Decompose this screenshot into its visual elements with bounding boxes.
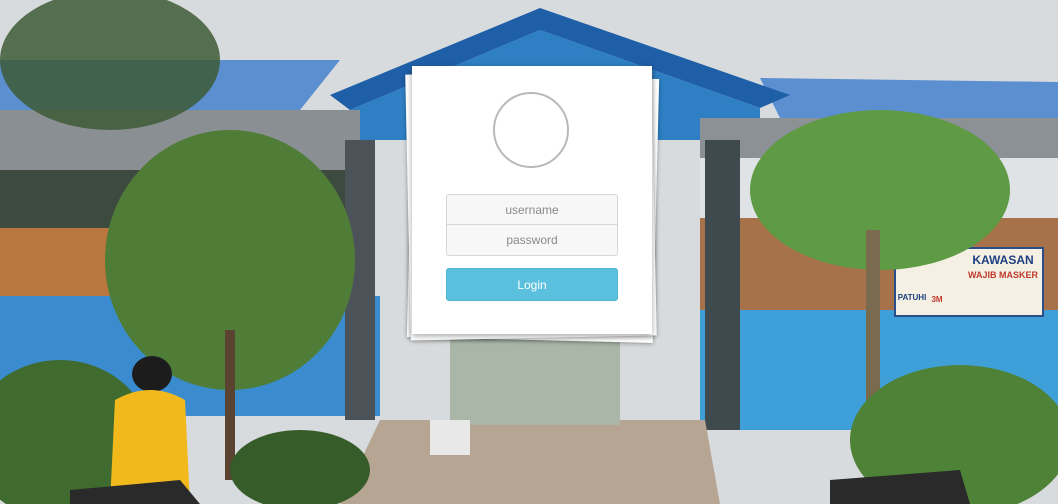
- helmet: [132, 356, 172, 392]
- banner-left-label: PATUHI: [898, 293, 927, 302]
- password-input[interactable]: [446, 225, 618, 256]
- login-button[interactable]: Login: [446, 268, 618, 301]
- user-avatar-icon: [493, 92, 569, 168]
- walkway: [340, 420, 720, 504]
- bench: [430, 420, 470, 455]
- courtyard-view: [450, 335, 620, 425]
- username-input[interactable]: [446, 194, 618, 225]
- banner-mark: 3M: [931, 295, 942, 304]
- login-form: Login: [412, 66, 652, 334]
- tree-left-trunk: [225, 330, 235, 480]
- banner-title: KAWASAN: [972, 253, 1033, 267]
- gate-pillar-right: [705, 140, 740, 430]
- banner-subtitle: WAJIB MASKER: [968, 270, 1039, 280]
- login-page: KAWASAN WAJIB MASKER PATUHI 3M Logi: [0, 0, 1058, 504]
